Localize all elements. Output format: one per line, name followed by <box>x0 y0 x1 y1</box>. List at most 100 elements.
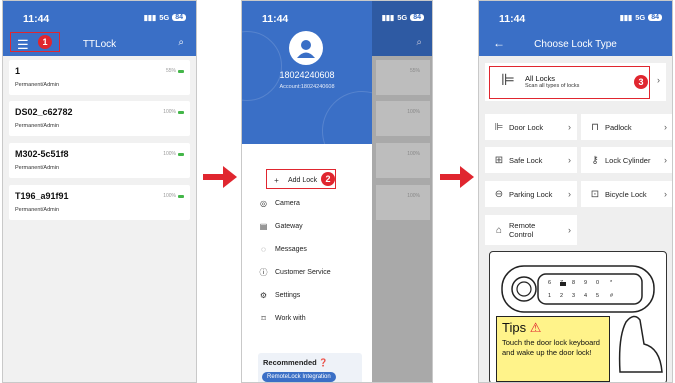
bookmark-icon: ⌑ <box>261 314 266 323</box>
chevron-right-icon: › <box>664 189 667 199</box>
battery-level: 55% <box>166 68 184 74</box>
safe-icon: ⊞ <box>494 154 504 166</box>
all-locks-subtitle: Scan all types of locks <box>525 83 580 89</box>
lock-card[interactable]: T196_a91f91 100% Permanent/Admin <box>9 185 190 220</box>
menu-messages[interactable]: ◌ Messages <box>259 245 307 254</box>
battery-icon <box>178 110 184 114</box>
keypad-digit: 8 <box>572 280 576 286</box>
gear-icon: ⚙ <box>259 291 268 300</box>
help-icon: ❓ <box>318 358 329 367</box>
battery-level: 100% <box>407 151 420 157</box>
drawer-header: 11:44 18024240608 Account:18024240608 <box>242 1 372 144</box>
battery-level: 100% <box>407 109 420 115</box>
recommended-title: Recommended ❓ <box>263 358 329 367</box>
lock-type-label: Parking Lock <box>509 189 553 199</box>
lock-type-label: Remote Control <box>509 221 536 239</box>
menu-work-with[interactable]: ⌑ Work with <box>259 314 306 323</box>
menu-label: Add Lock <box>288 177 318 184</box>
menu-camera[interactable]: ◎ Camera <box>259 199 300 208</box>
lock-type-cylinder[interactable]: ⚷ Lock Cylinder › <box>581 147 672 173</box>
menu-label: Gateway <box>275 223 303 230</box>
battery-icon: 84 <box>172 14 186 21</box>
key-icon: ⚷ <box>591 154 599 166</box>
app-header: 11:44 ▮▮▮ 5G 84 ← Choose Lock Type <box>479 1 672 56</box>
recommended-panel: Recommended ❓ RemoteLock Integration <box>258 353 362 382</box>
battery-icon: 84 <box>410 14 424 21</box>
dimmed-card: 100% <box>376 101 430 136</box>
screen-lock-list: 11:44 ▮▮▮ 5G 84 ☰ TTLock ⌕ 1 1 55% Perma… <box>2 0 197 383</box>
signal-icon: ▮▮▮ <box>619 13 633 22</box>
menu-customer-service[interactable]: ⓘ Customer Service <box>259 268 331 277</box>
user-phone: 18024240608 <box>279 70 335 80</box>
lock-type-label: Lock Cylinder <box>605 155 651 165</box>
menu-label: Customer Service <box>275 269 331 276</box>
signal-icon: ▮▮▮ <box>143 13 157 22</box>
battery-level: 100% <box>407 193 420 199</box>
status-time: 11:44 <box>499 13 526 25</box>
search-icon[interactable]: ⌕ <box>178 37 184 48</box>
parking-icon: ⊖ <box>494 188 504 200</box>
padlock-icon: ⊓ <box>591 121 599 133</box>
tips-illustration: 1 2 3 4 5 6 7 8 9 0 * # Tips ⚠ Touch the… <box>489 251 667 382</box>
decor-circle <box>242 31 282 101</box>
lock-permission: Permanent/Admin <box>15 82 60 88</box>
menu-label: Camera <box>275 200 300 207</box>
lock-type-label: Padlock <box>605 122 632 132</box>
dimmed-card: 100% <box>376 185 430 220</box>
lock-card[interactable]: 1 55% Permanent/Admin <box>9 60 190 95</box>
keypad-digit: 2 <box>560 293 564 299</box>
lock-name: T196_a91f91 <box>15 191 69 201</box>
keypad-digit: 5 <box>596 293 600 299</box>
all-locks-option[interactable]: ⊫ All Locks Scan all types of locks 3 › <box>485 63 666 101</box>
screen-choose-lock-type: 11:44 ▮▮▮ 5G 84 ← Choose Lock Type ⊫ All… <box>478 0 673 383</box>
lock-type-padlock[interactable]: ⊓ Padlock › <box>581 114 672 140</box>
avatar[interactable] <box>289 31 323 65</box>
network-label: 5G <box>397 13 408 22</box>
battery-icon <box>178 69 184 73</box>
search-icon: ⌕ <box>416 37 422 48</box>
keypad-digit: 1 <box>548 293 552 299</box>
battery-icon: 84 <box>648 14 662 21</box>
lock-card[interactable]: DS02_c62782 100% Permanent/Admin <box>9 101 190 136</box>
chevron-right-icon: › <box>568 122 571 132</box>
step-badge: 3 <box>634 75 648 89</box>
keypad-digit: 3 <box>572 293 576 299</box>
plus-icon: + <box>274 176 279 185</box>
lock-type-remote[interactable]: ⌂ Remote Control › <box>485 215 577 245</box>
menu-label: Work with <box>275 315 306 322</box>
lock-type-parking[interactable]: ⊖ Parking Lock › <box>485 181 577 207</box>
arrow-right-icon <box>203 166 237 188</box>
message-icon: ◌ <box>261 245 266 254</box>
battery-icon <box>178 152 184 156</box>
status-icons: ▮▮▮ 5G 84 <box>620 13 662 22</box>
battery-level: 100% <box>163 151 184 157</box>
door-lock-icon: ⊫ <box>494 121 504 133</box>
side-drawer: 11:44 18024240608 Account:18024240608 2 … <box>242 1 372 382</box>
keypad-digit: 0 <box>596 280 600 286</box>
lock-type-bicycle[interactable]: ⊡ Bicycle Lock › <box>581 181 672 207</box>
bicycle-lock-icon: ⊡ <box>590 188 600 200</box>
lock-type-door[interactable]: ⊫ Door Lock › <box>485 114 577 140</box>
all-locks-label: All Locks <box>525 74 556 83</box>
menu-settings[interactable]: ⚙ Settings <box>259 291 300 300</box>
camera-icon: ◎ <box>260 199 267 208</box>
page-title: Choose Lock Type <box>534 39 617 50</box>
keypad-digit: # <box>610 293 614 299</box>
remotelock-button[interactable]: RemoteLock Integration <box>262 372 336 382</box>
chevron-right-icon: › <box>568 225 571 235</box>
battery-icon <box>178 194 184 198</box>
dimmed-card: 55% <box>376 60 430 95</box>
tips-title: Tips ⚠ <box>502 320 542 335</box>
gateway-icon: ▤ <box>259 222 268 231</box>
lock-card[interactable]: M302-5c51f8 100% Permanent/Admin <box>9 143 190 178</box>
dimmed-header <box>372 1 432 56</box>
menu-add-lock[interactable]: + Add Lock <box>272 176 317 185</box>
chevron-right-icon: › <box>657 75 660 85</box>
lock-type-label: Bicycle Lock <box>605 189 647 199</box>
lock-name: 1 <box>15 66 21 76</box>
lock-type-label: Safe Lock <box>509 155 543 165</box>
chevron-right-icon: › <box>664 122 667 132</box>
lock-type-safe[interactable]: ⊞ Safe Lock › <box>485 147 577 173</box>
menu-label: Settings <box>275 292 301 299</box>
menu-gateway[interactable]: ▤ Gateway <box>259 222 303 231</box>
